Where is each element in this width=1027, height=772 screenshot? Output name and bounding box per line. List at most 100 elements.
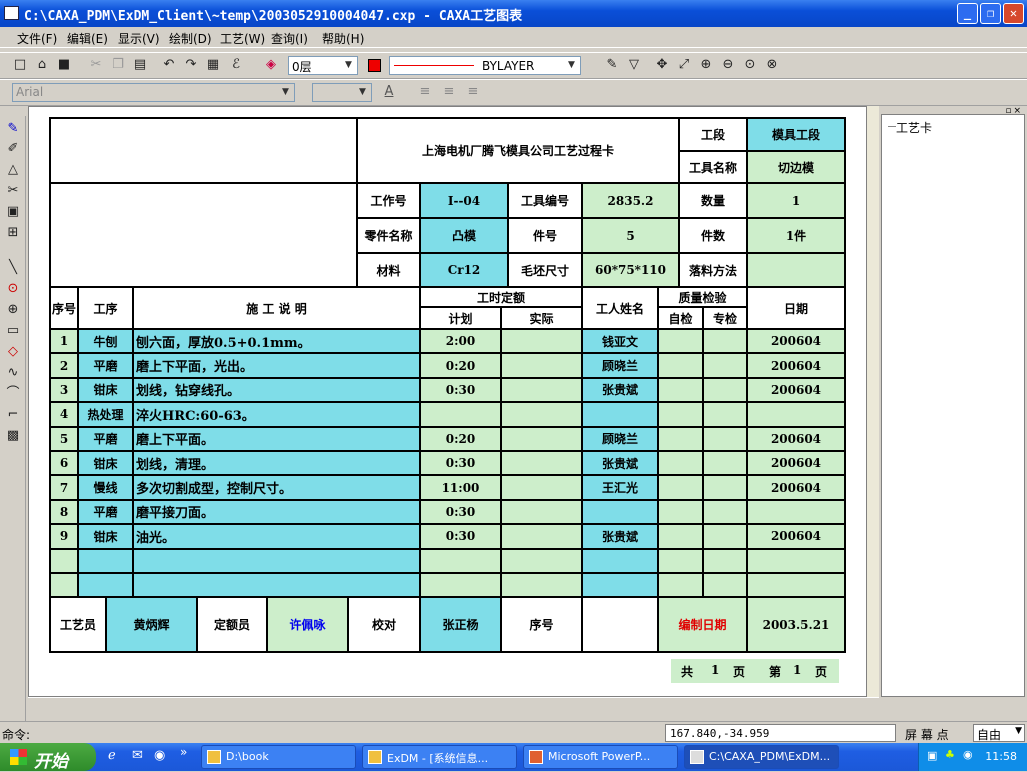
row-desc[interactable] — [134, 549, 421, 574]
cut-icon[interactable]: ✂ — [87, 56, 105, 74]
row-seq[interactable]: 1 — [51, 330, 79, 355]
maximize-button[interactable]: ❐ — [980, 3, 1001, 24]
outlook-icon[interactable]: ✉ — [132, 748, 143, 763]
row-worker[interactable]: 张贵斌 — [583, 378, 659, 404]
gongduan-label[interactable]: 工段 — [680, 119, 748, 152]
seq-header[interactable]: 序号 — [51, 288, 79, 330]
row-actual[interactable] — [502, 549, 583, 574]
row-date[interactable]: 200604 — [748, 427, 846, 452]
row-proc[interactable]: 钳床 — [79, 452, 134, 477]
row-worker[interactable] — [583, 500, 659, 526]
quota-label[interactable]: 定额员 — [198, 598, 268, 653]
row-self-check[interactable] — [659, 403, 704, 428]
row-actual[interactable] — [502, 427, 583, 452]
task-caxa[interactable]: C:\CAXA_PDM\ExDM... — [684, 745, 839, 769]
row-date[interactable]: 200604 — [748, 330, 846, 355]
row-plan[interactable]: 2:00 — [421, 330, 502, 355]
menu-edit[interactable]: 编辑(E) — [67, 30, 108, 47]
tool-name-value[interactable]: 切边模 — [748, 152, 846, 184]
row-desc[interactable]: 多次切割成型，控制尺寸。 — [134, 476, 421, 501]
row-self-check[interactable] — [659, 476, 704, 501]
font-color-icon[interactable]: A — [380, 83, 398, 101]
row-actual[interactable] — [502, 574, 583, 599]
row-proc[interactable]: 钳床 — [79, 378, 134, 404]
self-check-header[interactable]: 自检 — [659, 308, 704, 330]
redo-icon[interactable]: ↷ — [182, 56, 200, 74]
row-actual[interactable] — [502, 525, 583, 550]
row-plan[interactable]: 0:30 — [421, 525, 502, 550]
pieces-label[interactable]: 件数 — [680, 219, 748, 254]
align-left-icon[interactable]: ≡ — [416, 83, 434, 101]
proc-header[interactable]: 工序 — [79, 288, 134, 330]
zoom-in-icon[interactable]: ⊕ — [697, 56, 715, 74]
arc-icon[interactable]: ⌒ — [4, 385, 22, 403]
pen-icon[interactable]: ✎ — [603, 56, 621, 74]
row-self-check[interactable] — [659, 574, 704, 599]
row-plan[interactable] — [421, 403, 502, 428]
snap-mode-select[interactable]: 自由 ▼ — [973, 724, 1025, 742]
task-powerpoint[interactable]: Microsoft PowerP... — [523, 745, 678, 769]
company-title[interactable]: 上海电机厂腾飞模具公司工艺过程卡 — [358, 119, 680, 184]
row-special-check[interactable] — [704, 354, 748, 379]
row-date[interactable]: 200604 — [748, 525, 846, 550]
library-icon[interactable]: ⊞ — [4, 224, 22, 242]
trim-icon[interactable]: ✂ — [4, 182, 22, 200]
properties-icon[interactable]: ▦ — [204, 56, 222, 74]
pieces-value[interactable]: 1件 — [748, 219, 846, 254]
row-worker[interactable]: 顾晓兰 — [583, 354, 659, 379]
row-seq[interactable] — [51, 574, 79, 599]
row-desc[interactable]: 磨上下平面，光出。 — [134, 354, 421, 379]
row-proc[interactable]: 平磨 — [79, 354, 134, 379]
ie-icon[interactable]: ℯ — [108, 748, 116, 763]
row-self-check[interactable] — [659, 452, 704, 477]
header-blank-2[interactable] — [51, 184, 358, 288]
row-worker[interactable]: 顾晓兰 — [583, 427, 659, 452]
row-seq[interactable]: 3 — [51, 378, 79, 404]
undo-icon[interactable]: ↶ — [160, 56, 178, 74]
filter-icon[interactable]: ▽ — [625, 56, 643, 74]
qc-header[interactable]: 质量检验 — [659, 288, 748, 308]
circle-center-icon[interactable]: ⊙ — [4, 280, 22, 298]
row-special-check[interactable] — [704, 330, 748, 355]
row-actual[interactable] — [502, 476, 583, 501]
align-center-icon[interactable]: ≡ — [440, 83, 458, 101]
cut_method-value[interactable] — [748, 254, 846, 288]
row-plan[interactable]: 0:20 — [421, 427, 502, 452]
copy-icon[interactable]: ❐ — [109, 56, 127, 74]
qty-value[interactable]: 1 — [748, 184, 846, 219]
row-proc[interactable] — [79, 574, 134, 599]
menu-query[interactable]: 查询(I) — [271, 30, 308, 47]
tree-item-process-card[interactable]: 工艺卡 — [896, 119, 932, 136]
row-self-check[interactable] — [659, 549, 704, 574]
row-special-check[interactable] — [704, 574, 748, 599]
linetype-select[interactable]: BYLAYER ▼ — [389, 56, 581, 75]
part_name-label[interactable]: 零件名称 — [358, 219, 421, 254]
row-desc[interactable]: 油光。 — [134, 525, 421, 550]
row-date[interactable]: 200604 — [748, 476, 846, 501]
color-swatch[interactable] — [368, 59, 381, 72]
dimension-icon[interactable]: △ — [4, 161, 22, 179]
blank_size-value[interactable]: 60*75*110 — [583, 254, 680, 288]
gongduan-value[interactable]: 模具工段 — [748, 119, 846, 152]
row-special-check[interactable] — [704, 378, 748, 404]
open-folder-icon[interactable]: ⌂ — [33, 56, 51, 74]
layer-icon[interactable]: ◈ — [262, 56, 280, 74]
menu-draw[interactable]: 绘制(D) — [169, 30, 212, 47]
quick-launch-more[interactable]: » — [180, 745, 187, 759]
row-seq[interactable]: 4 — [51, 403, 79, 428]
row-date[interactable] — [748, 403, 846, 428]
row-special-check[interactable] — [704, 525, 748, 550]
row-proc[interactable]: 热处理 — [79, 403, 134, 428]
align-right-icon[interactable]: ≡ — [464, 83, 482, 101]
new-file-icon[interactable]: □ — [11, 56, 29, 74]
vertical-scrollbar[interactable] — [867, 106, 879, 697]
row-actual[interactable] — [502, 378, 583, 404]
volume-icon[interactable]: ◉ — [963, 748, 973, 761]
tool_no-value[interactable]: 2835.2 — [583, 184, 680, 219]
material-value[interactable]: Cr12 — [421, 254, 509, 288]
part_name-value[interactable]: 凸模 — [421, 219, 509, 254]
row-seq[interactable]: 9 — [51, 525, 79, 550]
std-time-header[interactable]: 工时定额 — [421, 288, 583, 308]
row-actual[interactable] — [502, 500, 583, 526]
job_no-value[interactable]: I--04 — [421, 184, 509, 219]
